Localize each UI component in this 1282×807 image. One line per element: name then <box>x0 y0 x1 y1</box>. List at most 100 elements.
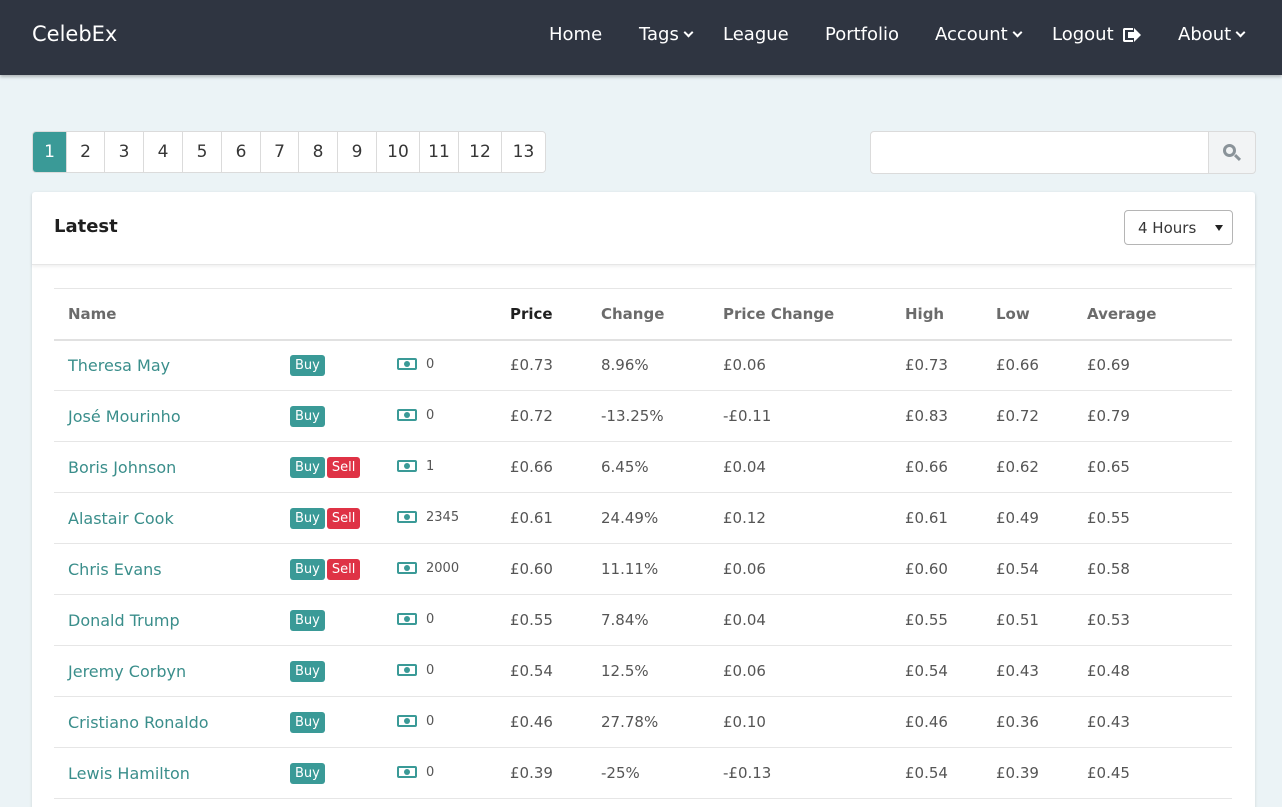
holdings-cell: 0 <box>397 390 510 442</box>
low-cell: £0.43 <box>996 645 1087 697</box>
celebrity-name-link[interactable]: Cristiano Ronaldo <box>68 713 209 732</box>
celebrity-name-link[interactable]: José Mourinho <box>68 407 181 426</box>
page-link-4[interactable]: 4 <box>143 132 182 172</box>
nav-portfolio[interactable]: Portfolio <box>825 24 899 45</box>
col-high[interactable]: High <box>905 288 996 341</box>
price-cell: £0.66 <box>510 441 601 493</box>
nav-about-label: About <box>1178 24 1232 45</box>
table-row: Cristiano Ronaldo Buy 0 £0.46 27.78% £0.10 £0.… <box>54 696 1232 748</box>
buy-button[interactable]: Buy <box>290 405 325 427</box>
low-cell: £0.66 <box>996 339 1087 391</box>
holdings-count: 0 <box>426 611 435 627</box>
page-link-7[interactable]: 7 <box>260 132 298 172</box>
change-cell: -25% <box>601 747 723 799</box>
chevron-down-icon <box>683 27 694 38</box>
col-price-change[interactable]: Price Change <box>723 288 905 341</box>
buy-button[interactable]: Buy <box>290 354 325 376</box>
col-average[interactable]: Average <box>1087 288 1232 341</box>
period-select[interactable]: 4 Hours <box>1124 210 1233 245</box>
average-cell: £0.79 <box>1087 390 1232 442</box>
brand-logo[interactable]: CelebEx <box>32 22 117 46</box>
holdings-count: 0 <box>426 407 435 423</box>
money-icon <box>397 358 417 371</box>
celebrity-name-link[interactable]: Chris Evans <box>68 560 162 579</box>
nav-logout[interactable]: Logout <box>1052 24 1141 45</box>
money-icon <box>397 664 417 676</box>
money-icon <box>397 562 417 574</box>
celebrity-name-link[interactable]: Donald Trump <box>68 611 180 630</box>
holdings-count: 0 <box>426 356 435 372</box>
holdings-cell: 0 <box>397 594 510 646</box>
nav-tags[interactable]: Tags <box>639 24 694 45</box>
average-cell: £0.55 <box>1087 492 1232 544</box>
price-change-cell: £0.04 <box>723 441 905 493</box>
average-cell: £0.45 <box>1087 747 1232 799</box>
average-cell: £0.53 <box>1087 594 1232 646</box>
price-cell: £0.72 <box>510 390 601 442</box>
buy-button[interactable]: Buy <box>290 558 325 580</box>
sell-button[interactable]: Sell <box>326 507 361 529</box>
col-change[interactable]: Change <box>601 288 723 341</box>
nav-home[interactable]: Home <box>549 24 602 45</box>
price-cell: £0.73 <box>510 339 601 391</box>
celebrity-name-link[interactable]: Lewis Hamilton <box>68 764 190 783</box>
search-input[interactable] <box>870 131 1209 174</box>
table-header-row: Name Price Change Price Change High Low … <box>54 288 1232 341</box>
money-icon <box>397 511 417 523</box>
page-link-11[interactable]: 11 <box>419 132 458 172</box>
buy-button[interactable]: Buy <box>290 711 325 733</box>
buy-button[interactable]: Buy <box>290 456 325 478</box>
price-cell: £0.61 <box>510 492 601 544</box>
table-row: Alastair Cook Buy Sell 2345 £0.61 24.49% £0.12… <box>54 492 1232 544</box>
buy-button[interactable]: Buy <box>290 660 325 682</box>
search-button[interactable] <box>1209 131 1256 174</box>
price-change-cell: £0.12 <box>723 492 905 544</box>
buy-button[interactable]: Buy <box>290 762 325 784</box>
average-cell: £0.48 <box>1087 645 1232 697</box>
celebrity-name-link[interactable]: Jeremy Corbyn <box>68 662 186 681</box>
page-link-12[interactable]: 12 <box>458 132 501 172</box>
col-price[interactable]: Price <box>510 288 601 341</box>
holdings-cell: 0 <box>397 696 510 748</box>
table-row: José Mourinho Buy 0 £0.72 -13.25% -£0.11 £0.83… <box>54 390 1232 442</box>
change-cell: 24.49% <box>601 492 723 544</box>
holdings-count: 1 <box>426 458 435 474</box>
celebrity-name-link[interactable]: Alastair Cook <box>68 509 174 528</box>
col-low[interactable]: Low <box>996 288 1087 341</box>
page-link-10[interactable]: 10 <box>376 132 419 172</box>
trade-actions: Buy <box>290 594 397 646</box>
low-cell: £0.49 <box>996 492 1087 544</box>
sell-button[interactable]: Sell <box>326 558 361 580</box>
money-icon <box>397 460 417 472</box>
nav-league[interactable]: League <box>723 24 789 45</box>
nav-about[interactable]: About <box>1178 24 1246 45</box>
average-cell: £0.65 <box>1087 441 1232 493</box>
col-name[interactable]: Name <box>54 288 290 341</box>
page-link-1[interactable]: 1 <box>33 132 66 172</box>
holdings-cell: 2000 <box>397 543 510 595</box>
sell-button[interactable]: Sell <box>326 456 361 478</box>
page-link-3[interactable]: 3 <box>104 132 143 172</box>
page-link-2[interactable]: 2 <box>66 132 104 172</box>
change-cell: 8.96% <box>601 339 723 391</box>
page-link-9[interactable]: 9 <box>337 132 376 172</box>
page-link-8[interactable]: 8 <box>298 132 337 172</box>
low-cell: £0.36 <box>996 696 1087 748</box>
celebrity-name-link[interactable]: Theresa May <box>68 356 170 375</box>
page-link-5[interactable]: 5 <box>182 132 221 172</box>
buy-button[interactable]: Buy <box>290 507 325 529</box>
page-link-6[interactable]: 6 <box>221 132 260 172</box>
money-icon <box>397 766 417 778</box>
nav-account[interactable]: Account <box>935 24 1023 45</box>
high-cell: £0.66 <box>905 441 996 493</box>
change-cell: -13.25% <box>601 390 723 442</box>
buy-button[interactable]: Buy <box>290 609 325 631</box>
trade-actions: Buy Sell <box>290 492 397 544</box>
high-cell: £0.54 <box>905 645 996 697</box>
holdings-cell: 1 <box>397 441 510 493</box>
celebrity-name-link[interactable]: Boris Johnson <box>68 458 176 477</box>
price-cell: £0.46 <box>510 696 601 748</box>
page-link-13[interactable]: 13 <box>501 132 545 172</box>
table-row: Chris Evans Buy Sell 2000 £0.60 11.11% £0.06 £0… <box>54 543 1232 595</box>
chevron-down-icon <box>1235 27 1246 38</box>
